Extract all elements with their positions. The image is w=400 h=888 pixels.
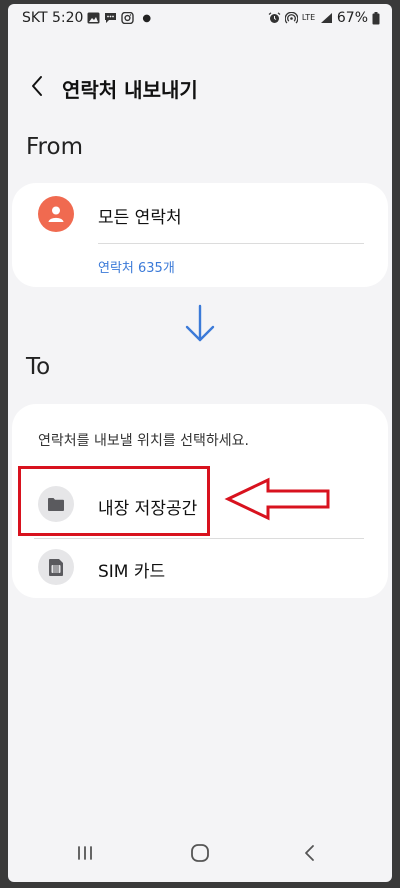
carrier-time: SKT 5:20 [22,10,84,26]
back-nav-icon[interactable] [295,838,325,868]
battery-icon [372,11,380,24]
signal-strength-icon [320,13,332,23]
from-divider [98,243,364,244]
network-type: LTE [301,13,316,22]
message-notification-icon [105,13,117,23]
instagram-notification-icon [121,12,135,24]
sim-card-icon [38,549,74,585]
to-divider [34,538,364,539]
navigation-bar [8,824,392,882]
status-left: SKT 5:20 ● [22,10,151,26]
from-label: From [26,134,83,160]
app-header: 연락처 내보내기 [8,62,392,112]
page-title: 연락처 내보내기 [62,78,198,102]
status-right: LTE 67% [268,10,380,26]
from-card[interactable]: 모든 연락처 연락처 635개 [12,183,388,287]
back-arrow-icon[interactable] [24,72,52,100]
destination-hint: 연락처를 내보낼 위치를 선택하세요. [38,433,249,449]
more-notifications-dot-icon: ● [142,12,152,24]
highlight-box [18,466,210,536]
status-bar: SKT 5:20 ● LTE 67% [8,4,392,32]
red-left-arrow-icon [224,477,330,521]
sim-card-label: SIM 카드 [98,562,166,582]
contact-count: 연락처 635개 [98,261,175,276]
alarm-icon [268,12,281,23]
option-sim-card[interactable]: SIM 카드 [12,540,388,596]
recent-apps-icon[interactable] [70,838,100,868]
home-icon[interactable] [185,838,215,868]
source-all-contacts[interactable]: 모든 연락처 [98,203,182,228]
to-label: To [26,354,51,380]
gallery-notification-icon [87,12,100,24]
hotspot-icon [284,12,298,24]
battery-percentage: 67% [336,10,368,26]
screen: SKT 5:20 ● LTE 67% 연락처 내보내기 From 모든 연락처 … [8,4,392,882]
down-arrow-icon [185,304,215,342]
contact-avatar-icon [38,196,74,232]
